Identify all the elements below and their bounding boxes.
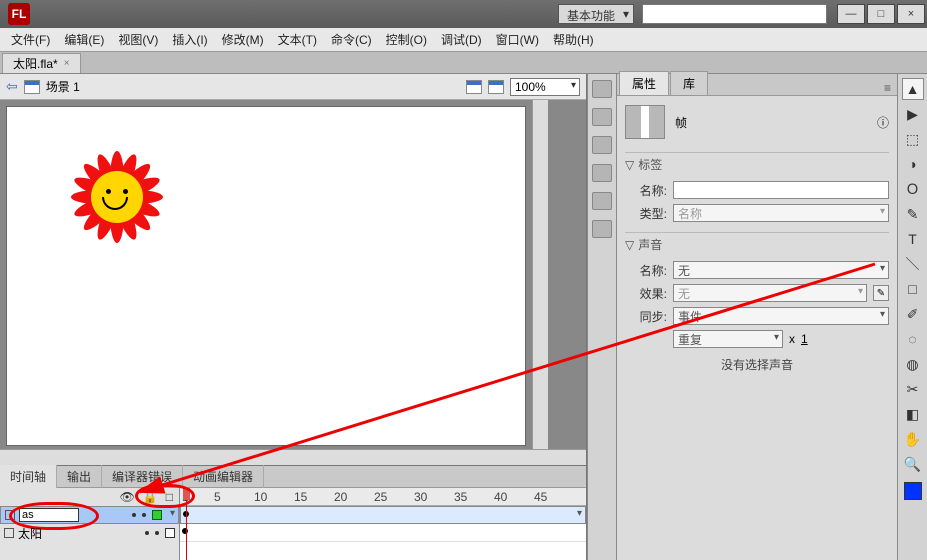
panel-menu-icon[interactable]: ≡ [878, 81, 897, 95]
menu-help[interactable]: 帮助(H) [546, 29, 601, 50]
type-label: 类型: [625, 205, 667, 222]
bone-tool[interactable]: ◍ [902, 353, 924, 375]
layer-icon [5, 510, 15, 520]
menu-text[interactable]: 文本(T) [271, 29, 324, 50]
brush-tool[interactable]: ✐ [902, 303, 924, 325]
sound-sync-dropdown[interactable]: 事件 [673, 307, 889, 325]
stage-vscroll[interactable] [532, 100, 548, 449]
menu-window[interactable]: 窗口(W) [489, 29, 546, 50]
swatches-icon[interactable] [592, 108, 612, 126]
frame-type-dropdown[interactable]: 名称 [673, 204, 889, 222]
selection-tool[interactable]: ▲ [902, 78, 924, 100]
outline-icon[interactable]: □ [166, 490, 173, 504]
chevron-down-icon[interactable]: ▽ [625, 158, 634, 172]
deco-tool[interactable]: ◌ [902, 328, 924, 350]
frame-row[interactable] [180, 506, 586, 524]
no-sound-note: 没有选择声音 [625, 356, 889, 373]
close-button[interactable]: × [897, 4, 925, 24]
section-sound: 声音 [638, 236, 662, 253]
back-icon[interactable]: ⇦ [6, 78, 18, 95]
eraser-tool[interactable]: ✋ [902, 428, 924, 450]
library-icon[interactable] [592, 220, 612, 238]
lock-icon[interactable]: 🔒 [143, 490, 158, 504]
properties-title: 帧 [675, 114, 687, 131]
section-label: 标签 [638, 156, 662, 173]
tab-library[interactable]: 库 [670, 71, 708, 95]
menu-file[interactable]: 文件(F) [4, 29, 57, 50]
workspace-dropdown[interactable]: 基本功能 [558, 4, 634, 24]
stage-hscroll[interactable] [0, 449, 586, 465]
sound-sync-label: 同步: [625, 308, 667, 325]
playhead[interactable] [186, 488, 187, 560]
sound-name-dropdown[interactable]: 无 [673, 261, 889, 279]
subselection-tool[interactable]: ▶ [902, 103, 924, 125]
repeat-x-label: x [789, 332, 795, 346]
menu-edit[interactable]: 编辑(E) [57, 29, 111, 50]
tab-compiler-errors[interactable]: 编译器错误 [102, 465, 183, 488]
keyframe-icon[interactable] [182, 528, 188, 534]
hand-tool[interactable]: 🔍 [902, 453, 924, 475]
lasso-tool[interactable]: ◑ [902, 153, 924, 175]
sound-repeat-dropdown[interactable]: 重复 [673, 330, 783, 348]
app-logo: FL [8, 3, 30, 25]
menu-bar: 文件(F) 编辑(E) 视图(V) 插入(I) 修改(M) 文本(T) 命令(C… [0, 28, 927, 52]
frame-row[interactable] [180, 524, 586, 542]
layer-row[interactable] [0, 506, 179, 524]
edit-scene-icon[interactable] [466, 80, 482, 94]
menu-view[interactable]: 视图(V) [111, 29, 165, 50]
frame-name-input[interactable] [673, 181, 889, 199]
help-icon[interactable]: ⓘ [877, 114, 889, 131]
name-label: 名称: [625, 182, 667, 199]
layer-name-input[interactable] [19, 508, 79, 522]
frame-thumb-icon [625, 105, 665, 139]
eyedropper-tool[interactable]: ◧ [902, 403, 924, 425]
menu-insert[interactable]: 插入(I) [165, 29, 214, 50]
sound-name-label: 名称: [625, 262, 667, 279]
tab-properties[interactable]: 属性 [619, 71, 669, 95]
layer-icon [4, 528, 14, 538]
menu-command[interactable]: 命令(C) [324, 29, 379, 50]
fill-color-swatch[interactable] [904, 482, 922, 500]
free-transform-tool[interactable]: ⬚ [902, 128, 924, 150]
info-icon[interactable] [592, 164, 612, 182]
layer-row[interactable]: 太阳 [0, 524, 179, 542]
text-tool[interactable]: ✎ [902, 203, 924, 225]
eye-icon[interactable]: 👁 [120, 490, 135, 504]
stage-sun-graphic[interactable] [67, 147, 167, 247]
menu-modify[interactable]: 修改(M) [215, 29, 271, 50]
rectangle-tool[interactable]: ＼ [902, 253, 924, 275]
sound-effect-dropdown[interactable]: 无 [673, 284, 867, 302]
align-icon[interactable] [592, 136, 612, 154]
paint-bucket-tool[interactable]: ✂ [902, 378, 924, 400]
zoom-dropdown[interactable]: 100% [510, 78, 580, 96]
line-tool[interactable]: T [902, 228, 924, 250]
pencil-tool[interactable]: □ [902, 278, 924, 300]
tab-timeline[interactable]: 时间轴 [0, 465, 57, 488]
tab-motion-editor[interactable]: 动画编辑器 [183, 465, 264, 488]
tools-panel: ▲ ▶ ⬚ ◑ Ｏ ✎ T ＼ □ ✐ ◌ ◍ ✂ ◧ ✋ 🔍 [897, 74, 927, 560]
close-icon[interactable]: × [64, 58, 70, 69]
search-input[interactable] [642, 4, 827, 24]
dock-rail [587, 74, 617, 560]
edit-effect-button[interactable]: ✎ [873, 285, 889, 301]
document-tab-label: 太阳.fla* [13, 55, 58, 72]
edit-symbol-icon[interactable] [488, 80, 504, 94]
sound-effect-label: 效果: [625, 285, 667, 302]
tab-output[interactable]: 输出 [57, 465, 102, 488]
minimize-button[interactable]: — [837, 4, 865, 24]
transform-icon[interactable] [592, 192, 612, 210]
maximize-button[interactable]: □ [867, 4, 895, 24]
timeline-ruler[interactable]: 1 5 10 15 20 25 30 35 40 45 [180, 488, 586, 506]
stage-canvas[interactable] [6, 106, 526, 446]
document-tab[interactable]: 太阳.fla* × [2, 53, 81, 73]
layer-name: 太阳 [18, 525, 42, 542]
scene-label: 场景 1 [46, 78, 80, 95]
palette-icon[interactable] [592, 80, 612, 98]
menu-debug[interactable]: 调试(D) [434, 29, 489, 50]
scene-icon [24, 80, 40, 94]
menu-control[interactable]: 控制(O) [379, 29, 434, 50]
chevron-down-icon[interactable]: ▽ [625, 238, 634, 252]
repeat-count[interactable]: 1 [801, 332, 808, 346]
pen-tool[interactable]: Ｏ [902, 178, 924, 200]
